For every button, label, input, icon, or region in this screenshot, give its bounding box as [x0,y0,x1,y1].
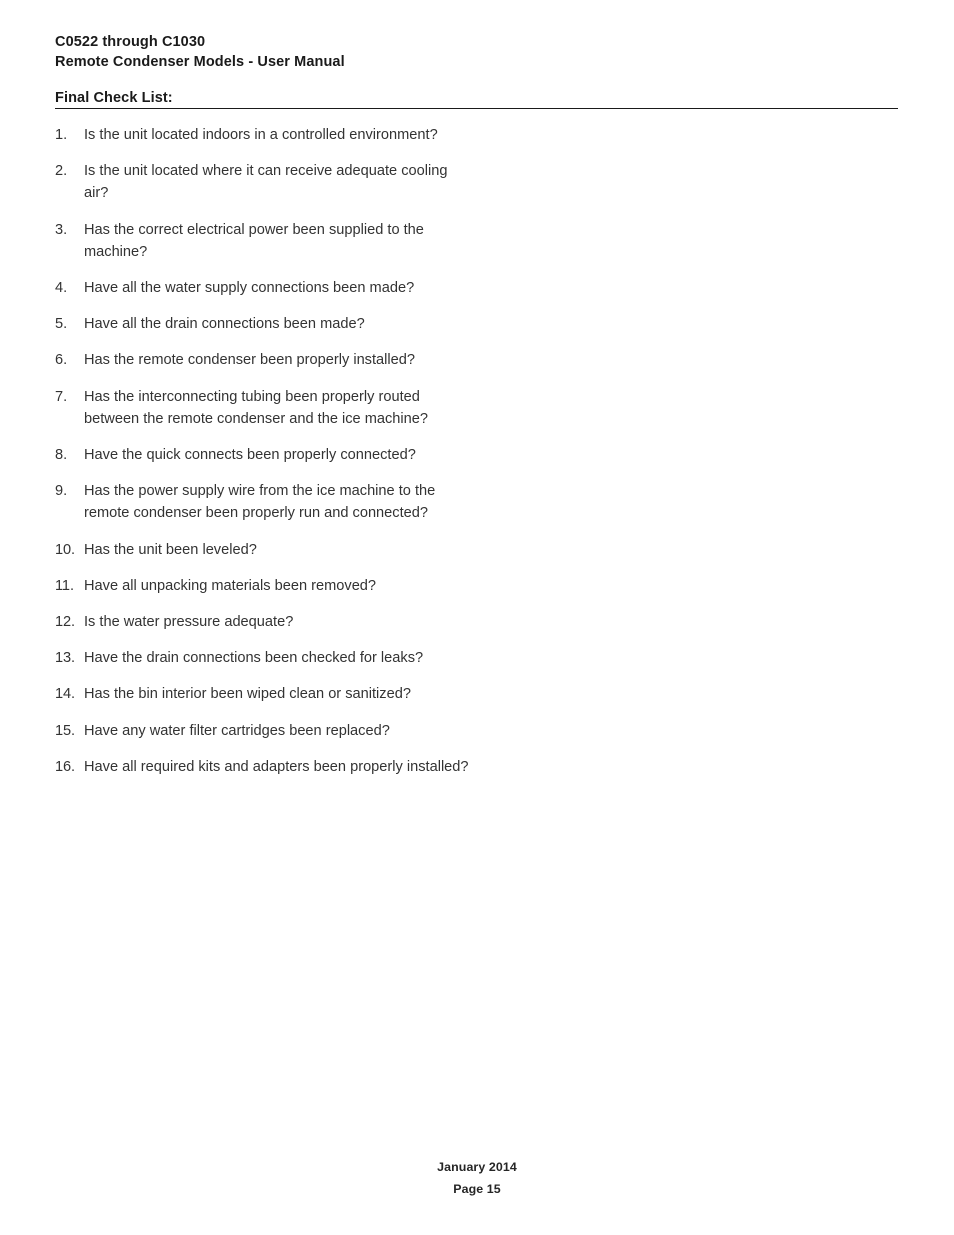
list-item: 2. Is the unit located where it can rece… [55,160,485,204]
list-item-number: 6. [55,352,68,369]
header-manual-title: Remote Condenser Models - User Manual [55,54,345,70]
footer-page-number: Page 15 [453,1182,501,1196]
list-item: 1. Is the unit located indoors in a cont… [55,124,485,146]
list-item-text: Have all unpacking materials been remove… [84,577,377,594]
list-item-number: 15. [55,722,75,739]
list-item-text: Has the remote condenser been properly i… [84,352,415,369]
list-item-number: 1. [55,127,68,143]
list-item-number: 13. [55,650,75,667]
list-item: 5. Have all the drain connections been m… [55,313,485,335]
list-item-text: Is the unit located indoors in a control… [84,127,438,143]
list-item-number: 7. [55,388,68,405]
list-item-number: 4. [55,280,68,297]
list-item: 3. Has the correct electrical power been… [55,219,485,263]
list-item-text: Have the drain connections been checked … [84,650,424,667]
list-item-number: 10. [55,541,75,558]
list-item: 12. Is the water pressure adequate? [55,611,485,633]
list-item: 15. Have any water filter cartridges bee… [55,720,485,742]
list-item-number: 5. [55,316,68,333]
page-title: Final Check List: [55,90,173,106]
list-item-text: Has the correct electrical power been su… [84,221,424,260]
list-item: 13. Have the drain connections been chec… [55,647,485,669]
list-item-text: Is the water pressure adequate? [84,614,294,631]
list-item-number: 16. [55,758,75,775]
list-item-text: Have any water filter cartridges been re… [84,722,390,739]
list-item: 4. Have all the water supply connections… [55,277,485,299]
list-item-text: Has the power supply wire from the ice m… [84,483,436,522]
list-item-text: Has the unit been leveled? [84,541,257,558]
list-item: 9. Has the power supply wire from the ic… [55,480,485,524]
list-item-number: 2. [55,163,68,180]
list-item-text: Have all required kits and adapters been… [84,758,469,775]
list-item: 11. Have all unpacking materials been re… [55,575,485,597]
list-item-text: Has the bin interior been wiped clean or… [84,686,411,703]
list-item-number: 9. [55,483,68,500]
list-item-number: 8. [55,447,68,464]
list-item: 14. Has the bin interior been wiped clea… [55,683,485,705]
document-header: C0522 through C1030 Remote Condenser Mod… [55,32,899,72]
list-item-text: Is the unit located where it can receive… [84,163,448,202]
list-item-number: 3. [55,221,68,238]
list-item: 10. Has the unit been leveled? [55,539,485,561]
page-footer: January 2014 Page 15 [0,1156,954,1200]
header-model-range: C0522 through C1030 [55,34,206,50]
list-item: 16. Have all required kits and adapters … [55,756,485,778]
title-divider [55,108,898,109]
list-item-text: Have all the drain connections been made… [84,316,365,333]
list-item-text: Have the quick connects been properly co… [84,447,416,464]
list-item-text: Have all the water supply connections be… [84,280,415,297]
list-item-number: 11. [55,577,74,594]
list-item-number: 14. [55,686,75,703]
list-item-number: 12. [55,614,75,631]
list-item-text: Has the interconnecting tubing been prop… [84,388,428,427]
footer-date: January 2014 [437,1160,517,1174]
manual-page: C0522 through C1030 Remote Condenser Mod… [0,0,954,1235]
list-item: 6. Has the remote condenser been properl… [55,349,485,371]
list-item: 7. Has the interconnecting tubing been p… [55,386,485,430]
final-check-list: 1. Is the unit located indoors in a cont… [55,124,485,792]
list-item: 8. Have the quick connects been properly… [55,444,485,466]
